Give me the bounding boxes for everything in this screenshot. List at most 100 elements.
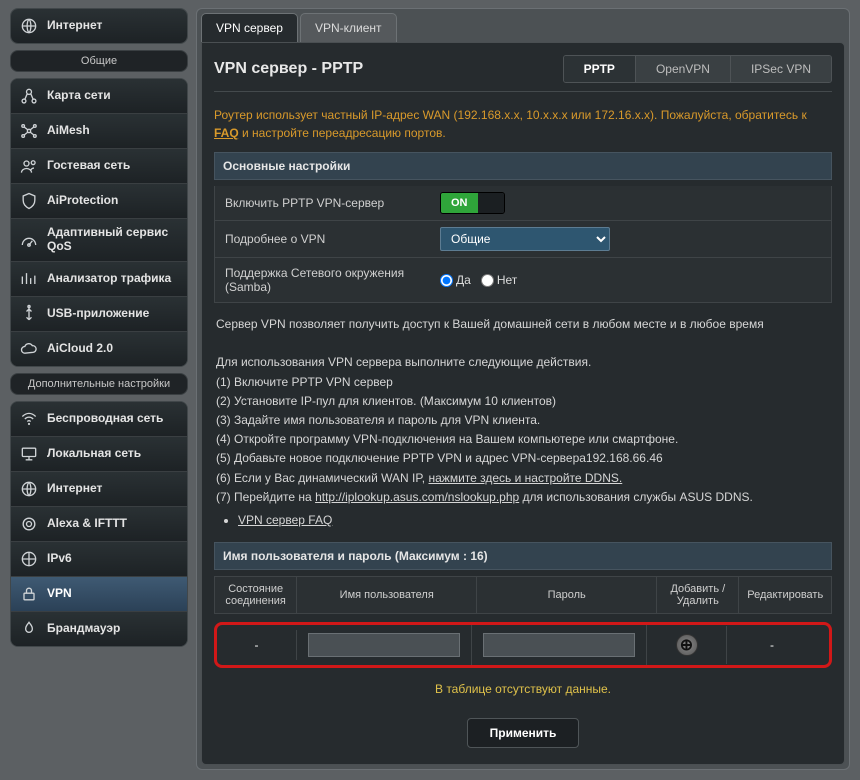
sidebar-item-label: Беспроводная сеть xyxy=(47,412,163,426)
menu-icon xyxy=(19,479,39,499)
enable-pptp-label: Включить PPTP VPN-сервер xyxy=(215,188,430,218)
menu-icon xyxy=(19,121,39,141)
sidebar-item-label: Адаптивный сервис QoS xyxy=(47,226,179,254)
username-input[interactable] xyxy=(308,633,460,657)
menu-icon xyxy=(19,444,39,464)
menu-icon xyxy=(19,514,39,534)
no-data-message: В таблице отсутствуют данные. xyxy=(214,676,832,702)
faq-link[interactable]: FAQ xyxy=(214,126,239,140)
sidebar-general-title: Общие xyxy=(10,50,188,72)
th-pass: Пароль xyxy=(477,577,657,614)
menu-icon xyxy=(19,409,39,429)
menu-icon xyxy=(19,619,39,639)
wan-warning: Роутер использует частный IP-адрес WAN (… xyxy=(214,102,832,146)
basic-settings-header: Основные настройки xyxy=(214,152,832,180)
samba-no[interactable]: Нет xyxy=(481,273,517,287)
vpn-server-faq-link[interactable]: VPN сервер FAQ xyxy=(238,513,332,527)
menu-icon xyxy=(19,269,39,289)
toggle-on: ON xyxy=(441,193,478,213)
sidebar-item-label: Alexa & IFTTT xyxy=(47,517,127,531)
sidebar-item-label: AiCloud 2.0 xyxy=(47,342,113,356)
desc-step-3: (3) Задайте имя пользователя и пароль дл… xyxy=(216,411,830,430)
desc-step-2: (2) Установите IP-пул для клиентов. (Мак… xyxy=(216,392,830,411)
sidebar-item-карта-сети[interactable]: Карта сети xyxy=(11,79,187,114)
status-cell: - xyxy=(217,630,297,660)
apply-button[interactable]: Применить xyxy=(467,718,580,748)
sidebar-item-alexa-ifttt[interactable]: Alexa & IFTTT xyxy=(11,507,187,542)
sidebar-item-label: IPv6 xyxy=(47,552,72,566)
sidebar-item-label: Анализатор трафика xyxy=(47,272,171,286)
menu-icon xyxy=(19,339,39,359)
th-add: Добавить / Удалить xyxy=(657,577,739,614)
desc-step-1: (1) Включите PPTP VPN сервер xyxy=(216,373,830,392)
samba-label: Поддержка Сетевого окружения (Samba) xyxy=(215,258,430,302)
description-block: Сервер VPN позволяет получить доступ к В… xyxy=(214,309,832,536)
sidebar-item-aicloud-2-0[interactable]: AiCloud 2.0 xyxy=(11,332,187,366)
password-input[interactable] xyxy=(483,633,635,657)
add-user-button[interactable]: ⊕ xyxy=(676,634,698,656)
menu-icon xyxy=(19,584,39,604)
sidebar-item-брандмауэр[interactable]: Брандмауэр xyxy=(11,612,187,646)
samba-yes[interactable]: Да xyxy=(440,273,471,287)
desc-step-6: (6) Если у Вас динамический WAN IP, нажм… xyxy=(216,469,830,488)
sidebar-item-label: Гостевая сеть xyxy=(47,159,130,173)
desc-intro: Сервер VPN позволяет получить доступ к В… xyxy=(216,315,830,334)
sidebar-item-локальная-сеть[interactable]: Локальная сеть xyxy=(11,437,187,472)
tab-vpn-server[interactable]: VPN сервер xyxy=(201,13,298,42)
sidebar-item-label: USB-приложение xyxy=(47,307,149,321)
warn-text: Роутер использует частный IP-адрес WAN (… xyxy=(214,108,807,122)
sidebar-item-label: Карта сети xyxy=(47,89,111,103)
sidebar-item-label: VPN xyxy=(47,587,72,601)
globe-icon xyxy=(19,16,39,36)
sidebar-item-ipv6[interactable]: IPv6 xyxy=(11,542,187,577)
proto-tab-pptp[interactable]: PPTP xyxy=(564,56,635,82)
users-section-header: Имя пользователя и пароль (Максимум : 16… xyxy=(214,542,832,570)
desc-steps-title: Для использования VPN сервера выполните … xyxy=(216,353,830,372)
sidebar-item-vpn[interactable]: VPN xyxy=(11,577,187,612)
th-edit: Редактировать xyxy=(739,577,832,614)
enable-pptp-toggle[interactable]: ON xyxy=(440,192,505,214)
page-title: VPN сервер - PPTP xyxy=(214,60,363,78)
sidebar-item-label: Интернет xyxy=(47,482,102,496)
more-about-vpn-label: Подробнее о VPN xyxy=(215,224,430,254)
iplookup-link[interactable]: http://iplookup.asus.com/nslookup.php xyxy=(315,490,519,504)
warn-text-post: и настройте переадресацию портов. xyxy=(239,126,446,140)
protocol-tabs: PPTP OpenVPN IPSec VPN xyxy=(563,55,832,83)
ddns-link[interactable]: нажмите здесь и настройте DDNS. xyxy=(428,471,622,485)
menu-icon xyxy=(19,230,39,250)
sidebar-item-aiprotection[interactable]: AiProtection xyxy=(11,184,187,219)
toggle-off xyxy=(478,193,504,213)
menu-icon xyxy=(19,304,39,324)
sidebar-item-гостевая-сеть[interactable]: Гостевая сеть xyxy=(11,149,187,184)
sidebar-item-адаптивный-сервис-qos[interactable]: Адаптивный сервис QoS xyxy=(11,219,187,262)
th-status: Состояние соединения xyxy=(215,577,297,614)
desc-step-5: (5) Добавьте новое подключение PPTP VPN … xyxy=(216,449,830,468)
more-about-vpn-select[interactable]: Общие xyxy=(440,227,610,251)
sidebar-item-usb-приложение[interactable]: USB-приложение xyxy=(11,297,187,332)
proto-tab-openvpn[interactable]: OpenVPN xyxy=(635,56,730,82)
proto-tab-ipsec[interactable]: IPSec VPN xyxy=(730,56,831,82)
sidebar-item-label: AiMesh xyxy=(47,124,90,138)
sidebar-item-label: AiProtection xyxy=(47,194,118,208)
plus-icon: ⊕ xyxy=(680,635,693,655)
sidebar-item-label: Брандмауэр xyxy=(47,622,120,636)
sidebar-item-aimesh[interactable]: AiMesh xyxy=(11,114,187,149)
sidebar-item-беспроводная-сеть[interactable]: Беспроводная сеть xyxy=(11,402,187,437)
sidebar-item-label: Интернет xyxy=(47,19,102,33)
sidebar-item-интернет[interactable]: Интернет xyxy=(11,472,187,507)
desc-step-4: (4) Откройте программу VPN-подключения н… xyxy=(216,430,830,449)
sidebar-advanced-title: Дополнительные настройки xyxy=(10,373,188,395)
samba-no-radio[interactable] xyxy=(481,274,494,287)
sidebar-item-анализатор-трафика[interactable]: Анализатор трафика xyxy=(11,262,187,297)
menu-icon xyxy=(19,86,39,106)
sidebar: Интернет Общие Карта сети AiMesh Гостевая … xyxy=(10,8,188,770)
sidebar-item-internet-top[interactable]: Интернет xyxy=(11,9,187,43)
samba-yes-radio[interactable] xyxy=(440,274,453,287)
menu-icon xyxy=(19,191,39,211)
sidebar-item-label: Локальная сеть xyxy=(47,447,141,461)
desc-step-7: (7) Перейдите на http://iplookup.asus.co… xyxy=(216,488,830,507)
tab-vpn-client[interactable]: VPN-клиент xyxy=(300,13,397,42)
th-user: Имя пользователя xyxy=(297,577,477,614)
highlighted-add-row: - ⊕ - xyxy=(214,622,832,668)
menu-icon xyxy=(19,549,39,569)
